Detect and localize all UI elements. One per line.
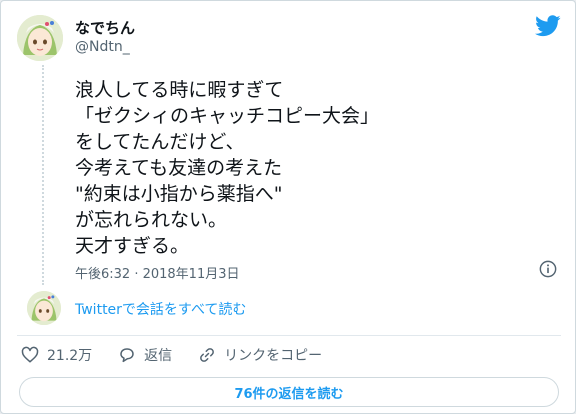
read-conversation-link[interactable]: Twitterで会話をすべて読む — [75, 299, 246, 319]
author-handle[interactable]: @Ndtn_ — [75, 39, 130, 55]
info-icon[interactable] — [539, 260, 557, 278]
tweet-line: 天才すぎる。 — [75, 235, 190, 257]
tweet-line: が忘れられない。 — [75, 209, 228, 231]
link-icon — [200, 348, 215, 362]
tweet-line: 「ゼクシィのキャッチコピー大会」 — [75, 105, 380, 127]
author-display-name[interactable]: なでちん — [75, 17, 135, 38]
divider — [17, 335, 561, 336]
tweet-line: 今考えても友達の考えた — [75, 157, 283, 179]
avatar[interactable] — [17, 15, 63, 61]
copy-link-label: リンクをコピー — [224, 348, 323, 364]
reply-button[interactable]: 返信 — [118, 345, 172, 365]
avatar-image — [17, 15, 63, 61]
avatar-small[interactable] — [27, 291, 61, 325]
heart-icon — [21, 346, 39, 363]
like-button[interactable]: 21.2万 — [21, 345, 92, 365]
embedded-tweet-card: なでちん @Ndtn_ 浪人してる時に暇すぎて 「ゼクシィのキャッチコピー大会」… — [0, 0, 576, 414]
tweet-line: をしてたんだけど、 — [75, 131, 245, 153]
reply-bubble-icon — [120, 348, 134, 363]
tweet-line: 浪人してる時に暇すぎて — [75, 79, 284, 101]
tweet-line: "約束は小指から薬指へ" — [75, 183, 283, 205]
read-replies-button[interactable]: 76件の返信を読む — [19, 377, 559, 407]
tweet-body: 浪人してる時に暇すぎて 「ゼクシィのキャッチコピー大会」 をしてたんだけど、 今… — [75, 77, 515, 259]
action-bar: 21.2万 返信 リンクをコピー — [21, 344, 348, 366]
twitter-bird-icon[interactable] — [535, 15, 561, 37]
like-count: 21.2万 — [47, 348, 93, 364]
thread-connector — [42, 65, 44, 285]
avatar-small-image — [27, 291, 61, 325]
copy-link-button[interactable]: リンクをコピー — [198, 345, 322, 365]
reply-label: 返信 — [144, 348, 173, 364]
tweet-timestamp[interactable]: 午後6:32 · 2018年11月3日 — [75, 263, 240, 282]
